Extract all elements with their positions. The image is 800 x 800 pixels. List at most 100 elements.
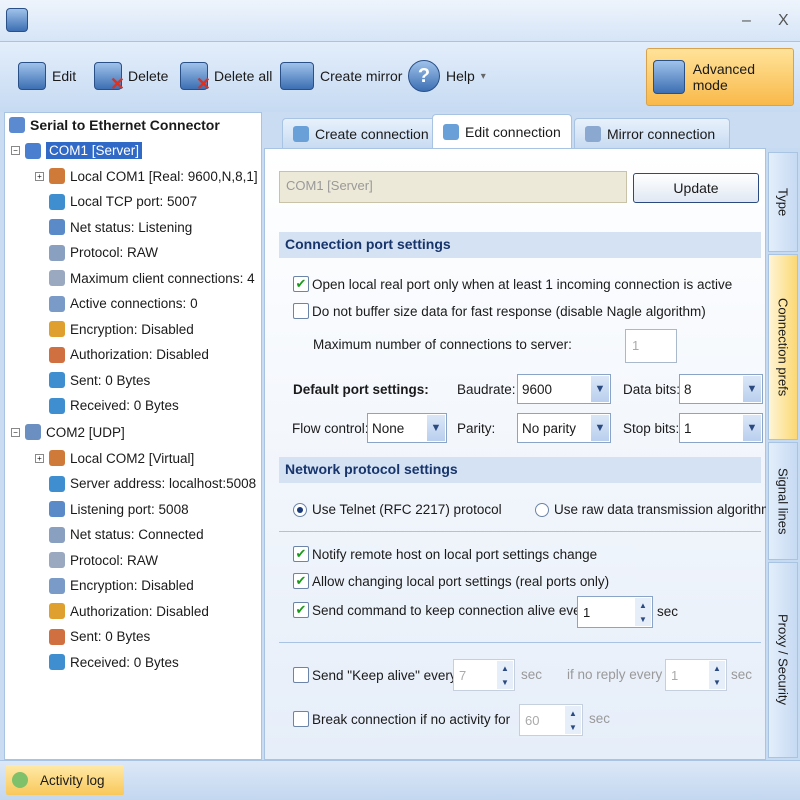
help-button[interactable]: ? Help ▾ xyxy=(408,58,486,94)
keep-command-checkbox-row[interactable]: ✔ Send command to keep connection alive e… xyxy=(293,602,592,618)
vtab-proxy-security[interactable]: Proxy / Security xyxy=(768,562,798,758)
keep-command-spinner[interactable]: 1 ▲ ▼ xyxy=(577,596,653,628)
tree-item[interactable]: Encryption: Disabled xyxy=(49,321,194,337)
raw-radio-row[interactable]: Use raw data transmission algorithms xyxy=(535,502,779,517)
tree-item-label: Encryption: Disabled xyxy=(70,578,194,593)
tree-item[interactable]: Encryption: Disabled xyxy=(49,577,194,594)
update-button[interactable]: Update xyxy=(633,173,759,203)
checkbox-unchecked[interactable] xyxy=(293,303,309,319)
tree-item[interactable]: Net status: Listening xyxy=(49,219,192,235)
collapse-icon[interactable]: − xyxy=(11,427,20,437)
tree-item-icon xyxy=(49,577,65,594)
radio-unselected[interactable] xyxy=(535,502,549,517)
tab-create-connection[interactable]: Create connection xyxy=(282,118,440,148)
radio-selected[interactable] xyxy=(293,502,307,517)
keepalive-checkbox-row[interactable]: Send "Keep alive" every xyxy=(293,667,457,683)
stop-bits-select[interactable]: 1 ▼ xyxy=(679,413,763,443)
checkbox-checked[interactable]: ✔ xyxy=(293,573,309,589)
keepalive-spinner[interactable]: 7 ▲ ▼ xyxy=(453,659,515,691)
tree-item[interactable]: Protocol: RAW xyxy=(49,552,158,568)
break-spinner[interactable]: 60 ▲ ▼ xyxy=(519,704,583,736)
no-buffer-checkbox-row[interactable]: Do not buffer size data for fast respons… xyxy=(293,303,706,319)
tree-item[interactable]: Sent: 0 Bytes xyxy=(49,628,150,645)
expand-icon[interactable]: + xyxy=(35,453,44,463)
tree-item-com1[interactable]: − COM1 [Server] xyxy=(11,142,143,159)
sec-label: sec xyxy=(657,604,679,619)
checkbox-checked[interactable]: ✔ xyxy=(293,602,309,618)
checkbox-label: Open local real port only when at least … xyxy=(312,276,733,292)
parity-select[interactable]: No parity ▼ xyxy=(517,413,611,443)
allow-checkbox-row[interactable]: ✔ Allow changing local port settings (rea… xyxy=(293,573,609,589)
tree-item[interactable]: Active connections: 0 xyxy=(49,295,198,312)
spin-up-icon[interactable]: ▲ xyxy=(635,598,651,612)
edit-label: Edit xyxy=(52,68,77,84)
spin-down-icon[interactable]: ▼ xyxy=(565,720,581,734)
tree-item[interactable]: Server address: localhost:5008 xyxy=(49,475,257,492)
notify-checkbox-row[interactable]: ✔ Notify remote host on local port settin… xyxy=(293,546,597,562)
help-dropdown-arrow[interactable]: ▾ xyxy=(481,71,486,82)
tree-item[interactable]: Net status: Connected xyxy=(49,526,204,543)
spin-down-icon[interactable]: ▼ xyxy=(709,675,725,689)
advanced-mode-button[interactable]: Advanced mode xyxy=(646,48,794,106)
checkbox-checked[interactable]: ✔ xyxy=(293,546,309,562)
tree-item[interactable]: Received: 0 Bytes xyxy=(49,397,179,414)
tree-item-com2[interactable]: − COM2 [UDP] xyxy=(11,424,125,440)
create-mirror-button[interactable]: Create mirror xyxy=(280,58,402,94)
checkbox-unchecked[interactable] xyxy=(293,667,309,683)
create-connection-icon xyxy=(293,125,309,142)
collapse-icon[interactable]: − xyxy=(11,146,20,155)
tree-item-icon xyxy=(49,168,65,184)
tree-item[interactable]: Sent: 0 Bytes xyxy=(49,372,150,388)
delete-button[interactable]: ✕ Delete xyxy=(94,58,168,94)
tree-item[interactable]: + Local COM2 [Virtual] xyxy=(35,450,194,466)
spin-down-icon[interactable]: ▼ xyxy=(635,612,651,626)
data-bits-label: Data bits: xyxy=(623,382,681,397)
tree-item-icon xyxy=(49,372,65,388)
edit-button[interactable]: Edit xyxy=(18,58,76,94)
tree-item[interactable]: Maximum client connections: 4 xyxy=(49,270,255,286)
tree-item[interactable]: Protocol: RAW xyxy=(49,244,158,261)
tree-item[interactable]: Received: 0 Bytes xyxy=(49,654,179,670)
data-bits-select[interactable]: 8 ▼ xyxy=(679,374,763,404)
tree-item[interactable]: Authorization: Disabled xyxy=(49,603,209,619)
tree-item-icon xyxy=(49,244,65,261)
tab-mirror-connection[interactable]: Mirror connection xyxy=(574,118,730,148)
connection-tree[interactable]: Serial to Ethernet Connector − COM1 [Serv… xyxy=(4,112,262,760)
telnet-radio-row[interactable]: Use Telnet (RFC 2217) protocol xyxy=(293,502,502,517)
tab-edit-connection[interactable]: Edit connection xyxy=(432,114,572,148)
tree-item-icon xyxy=(49,450,65,466)
activity-log-button[interactable]: Activity log xyxy=(6,765,124,795)
tree-root[interactable]: Serial to Ethernet Connector xyxy=(9,117,220,133)
checkbox-label: Allow changing local port settings (real… xyxy=(312,573,610,589)
baudrate-select[interactable]: 9600 ▼ xyxy=(517,374,611,404)
vtab-type[interactable]: Type xyxy=(768,152,798,252)
spin-up-icon[interactable]: ▲ xyxy=(565,706,581,720)
tree-item-label: Received: 0 Bytes xyxy=(70,654,179,670)
no-reply-spinner[interactable]: 1 ▲ ▼ xyxy=(665,659,727,691)
break-checkbox-row[interactable]: Break connection if no activity for xyxy=(293,711,510,727)
checkbox-checked[interactable]: ✔ xyxy=(293,276,309,292)
checkbox-label: Notify remote host on local port setting… xyxy=(312,546,598,562)
tree-item[interactable]: Listening port: 5008 xyxy=(49,501,189,517)
spin-up-icon[interactable]: ▲ xyxy=(709,661,725,675)
title-bar: – X xyxy=(0,0,800,42)
section-connection-port-settings: Connection port settings xyxy=(279,232,761,258)
vtab-signal-lines[interactable]: Signal lines xyxy=(768,442,798,560)
spin-up-icon[interactable]: ▲ xyxy=(497,661,513,675)
tree-item[interactable]: + Local COM1 [Real: 9600,N,8,1] xyxy=(35,168,258,184)
tree-item-label: Authorization: Disabled xyxy=(70,347,209,362)
checkbox-unchecked[interactable] xyxy=(293,711,309,727)
tree-item[interactable]: Local TCP port: 5007 xyxy=(49,193,197,210)
max-connections-field[interactable]: 1 xyxy=(625,329,677,363)
delete-all-button[interactable]: ✕ Delete all xyxy=(180,58,272,94)
tree-item[interactable]: Authorization: Disabled xyxy=(49,346,209,363)
tree-item-label: Server address: localhost:5008 xyxy=(70,476,257,491)
flow-control-select[interactable]: None ▼ xyxy=(367,413,447,443)
close-button[interactable]: X xyxy=(778,12,789,30)
vtab-connection-prefs[interactable]: Connection prefs xyxy=(768,254,798,440)
spin-down-icon[interactable]: ▼ xyxy=(497,675,513,689)
minimize-button[interactable]: – xyxy=(742,12,751,30)
open-local-checkbox-row[interactable]: ✔ Open local real port only when at least… xyxy=(293,276,732,292)
expand-icon[interactable]: + xyxy=(35,171,44,181)
connection-name-field[interactable]: COM1 [Server] xyxy=(279,171,627,203)
